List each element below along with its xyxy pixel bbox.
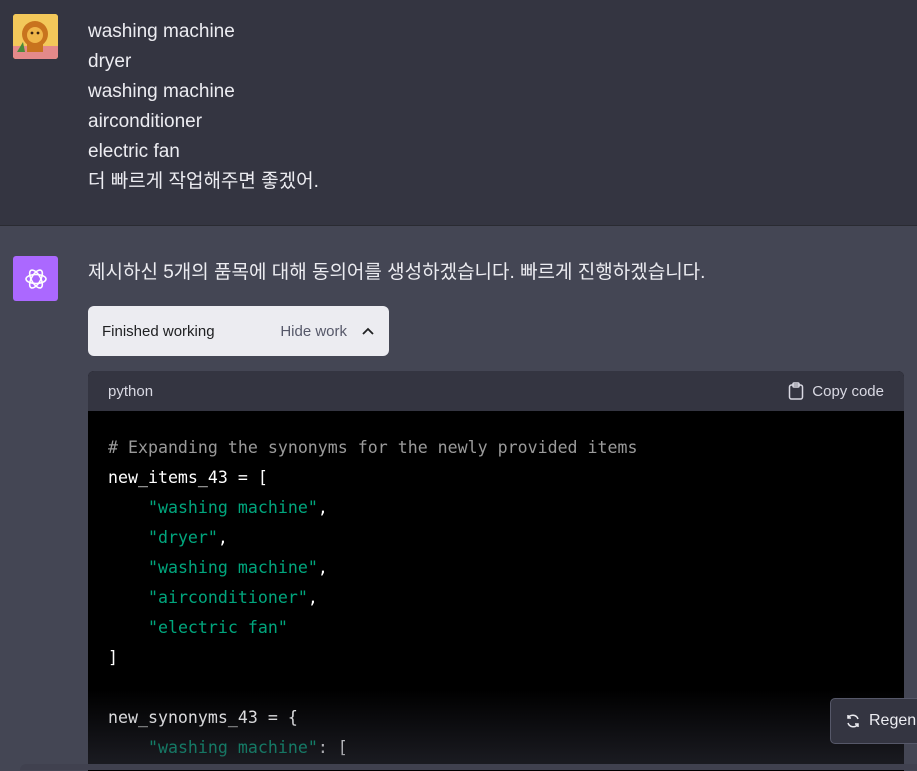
hide-work-label: Hide work xyxy=(280,322,347,340)
code-line: new_items_43 = [ xyxy=(108,468,268,487)
refresh-icon xyxy=(847,714,859,728)
code-string: "electric fan" xyxy=(147,618,288,637)
clipboard-icon xyxy=(789,382,804,400)
user-line: electric fan xyxy=(88,141,180,162)
chat-input-edge xyxy=(20,764,917,770)
assistant-message-text: 제시하신 5개의 품목에 대해 동의어를 생성하겠습니다. 빠르게 진행하겠습니… xyxy=(88,262,706,283)
code-header: python Copy code xyxy=(88,371,904,411)
work-status-label: Finished working xyxy=(102,322,215,340)
code-string: "washing machine" xyxy=(147,738,318,757)
copy-code-label: Copy code xyxy=(812,382,884,400)
user-avatar xyxy=(13,14,58,59)
code-line: new_synonyms_43 = { xyxy=(108,708,298,727)
code-line: "washing machine": [ xyxy=(147,738,348,757)
regenerate-button[interactable]: Regen xyxy=(830,698,917,744)
chatgpt-logo-icon xyxy=(13,256,58,301)
user-message: washing machine dryer washing machine ai… xyxy=(0,0,917,226)
code-line: "dryer", xyxy=(147,528,228,547)
code-language: python xyxy=(108,382,154,400)
code-string: "dryer" xyxy=(147,528,218,547)
user-line: washing machine xyxy=(88,81,235,102)
copy-code-button[interactable]: Copy code xyxy=(788,382,884,400)
code-block: python Copy code # Expanding the synonym… xyxy=(88,371,904,771)
code-line: "washing machine", xyxy=(147,558,328,577)
work-status-toggle[interactable]: Finished working Hide work xyxy=(88,306,389,356)
assistant-message: 제시하신 5개의 품목에 대해 동의어를 생성하겠습니다. 빠르게 진행하겠습니… xyxy=(0,226,917,771)
regenerate-label: Regen xyxy=(869,712,917,729)
user-line: airconditioner xyxy=(88,111,203,132)
code-line: "airconditioner", xyxy=(147,588,318,607)
code-line: "electric fan" xyxy=(108,613,884,643)
chevron-up-icon xyxy=(362,327,374,335)
user-line: washing machine xyxy=(88,21,235,42)
user-line: 더 빠르게 작업해주면 좋겠어. xyxy=(88,171,319,192)
code-string: "airconditioner" xyxy=(147,588,308,607)
code-comment: # Expanding the synonyms for the newly p… xyxy=(108,438,638,457)
code-string: "washing machine" xyxy=(147,558,318,577)
code-line: "washing machine", xyxy=(147,498,328,517)
user-line: dryer xyxy=(88,51,132,72)
code-line: ] xyxy=(108,648,118,667)
code-content: # Expanding the synonyms for the newly p… xyxy=(88,411,904,763)
user-message-text: washing machine dryer washing machine ai… xyxy=(88,17,319,197)
code-string: "washing machine" xyxy=(147,498,318,517)
